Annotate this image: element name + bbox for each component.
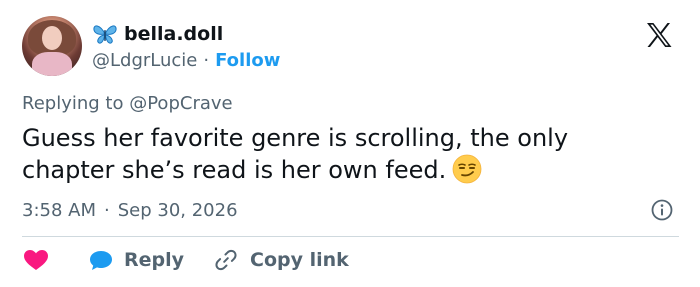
timestamp-row: 3:58 AM · Sep 30, 2026 [22,198,238,222]
reply-bubble-icon [90,251,112,270]
tweet-time[interactable]: 3:58 AM [22,200,96,221]
replying-prefix: Replying to [22,93,124,114]
butterfly-icon [93,25,117,44]
tweet-card: bella.doll @LdgrLucie · Follow Replying … [0,0,700,287]
separator-dot: · [104,199,110,221]
divider [22,236,679,237]
info-icon[interactable] [651,199,673,221]
avatar-body [32,52,72,76]
avatar[interactable] [22,16,82,76]
avatar-face [42,26,62,50]
replying-to: Replying to @PopCrave [22,93,233,114]
reply-button[interactable]: Reply [88,248,184,272]
tweet-date[interactable]: Sep 30, 2026 [118,200,238,221]
link-icon [215,249,237,271]
name-row: bella.doll [92,22,223,46]
replying-handle[interactable]: @PopCrave [129,93,232,114]
smirk-emoji [452,154,482,184]
tweet-text: Guess her favorite genre is scrolling, t… [22,122,662,186]
tweet-body: Guess her favorite genre is scrolling, t… [22,124,569,184]
separator-dot: · [203,49,210,71]
copy-link-label: Copy link [250,249,349,271]
action-bar: Reply Copy link [22,246,349,274]
user-handle[interactable]: @LdgrLucie [92,50,197,71]
x-logo-icon[interactable] [644,20,674,50]
copy-link-button[interactable]: Copy link [214,248,349,272]
heart-icon[interactable] [22,248,50,272]
follow-button[interactable]: Follow [215,50,280,71]
display-name[interactable]: bella.doll [124,23,223,45]
handle-row: @LdgrLucie · Follow [92,48,280,72]
reply-label: Reply [124,249,185,271]
